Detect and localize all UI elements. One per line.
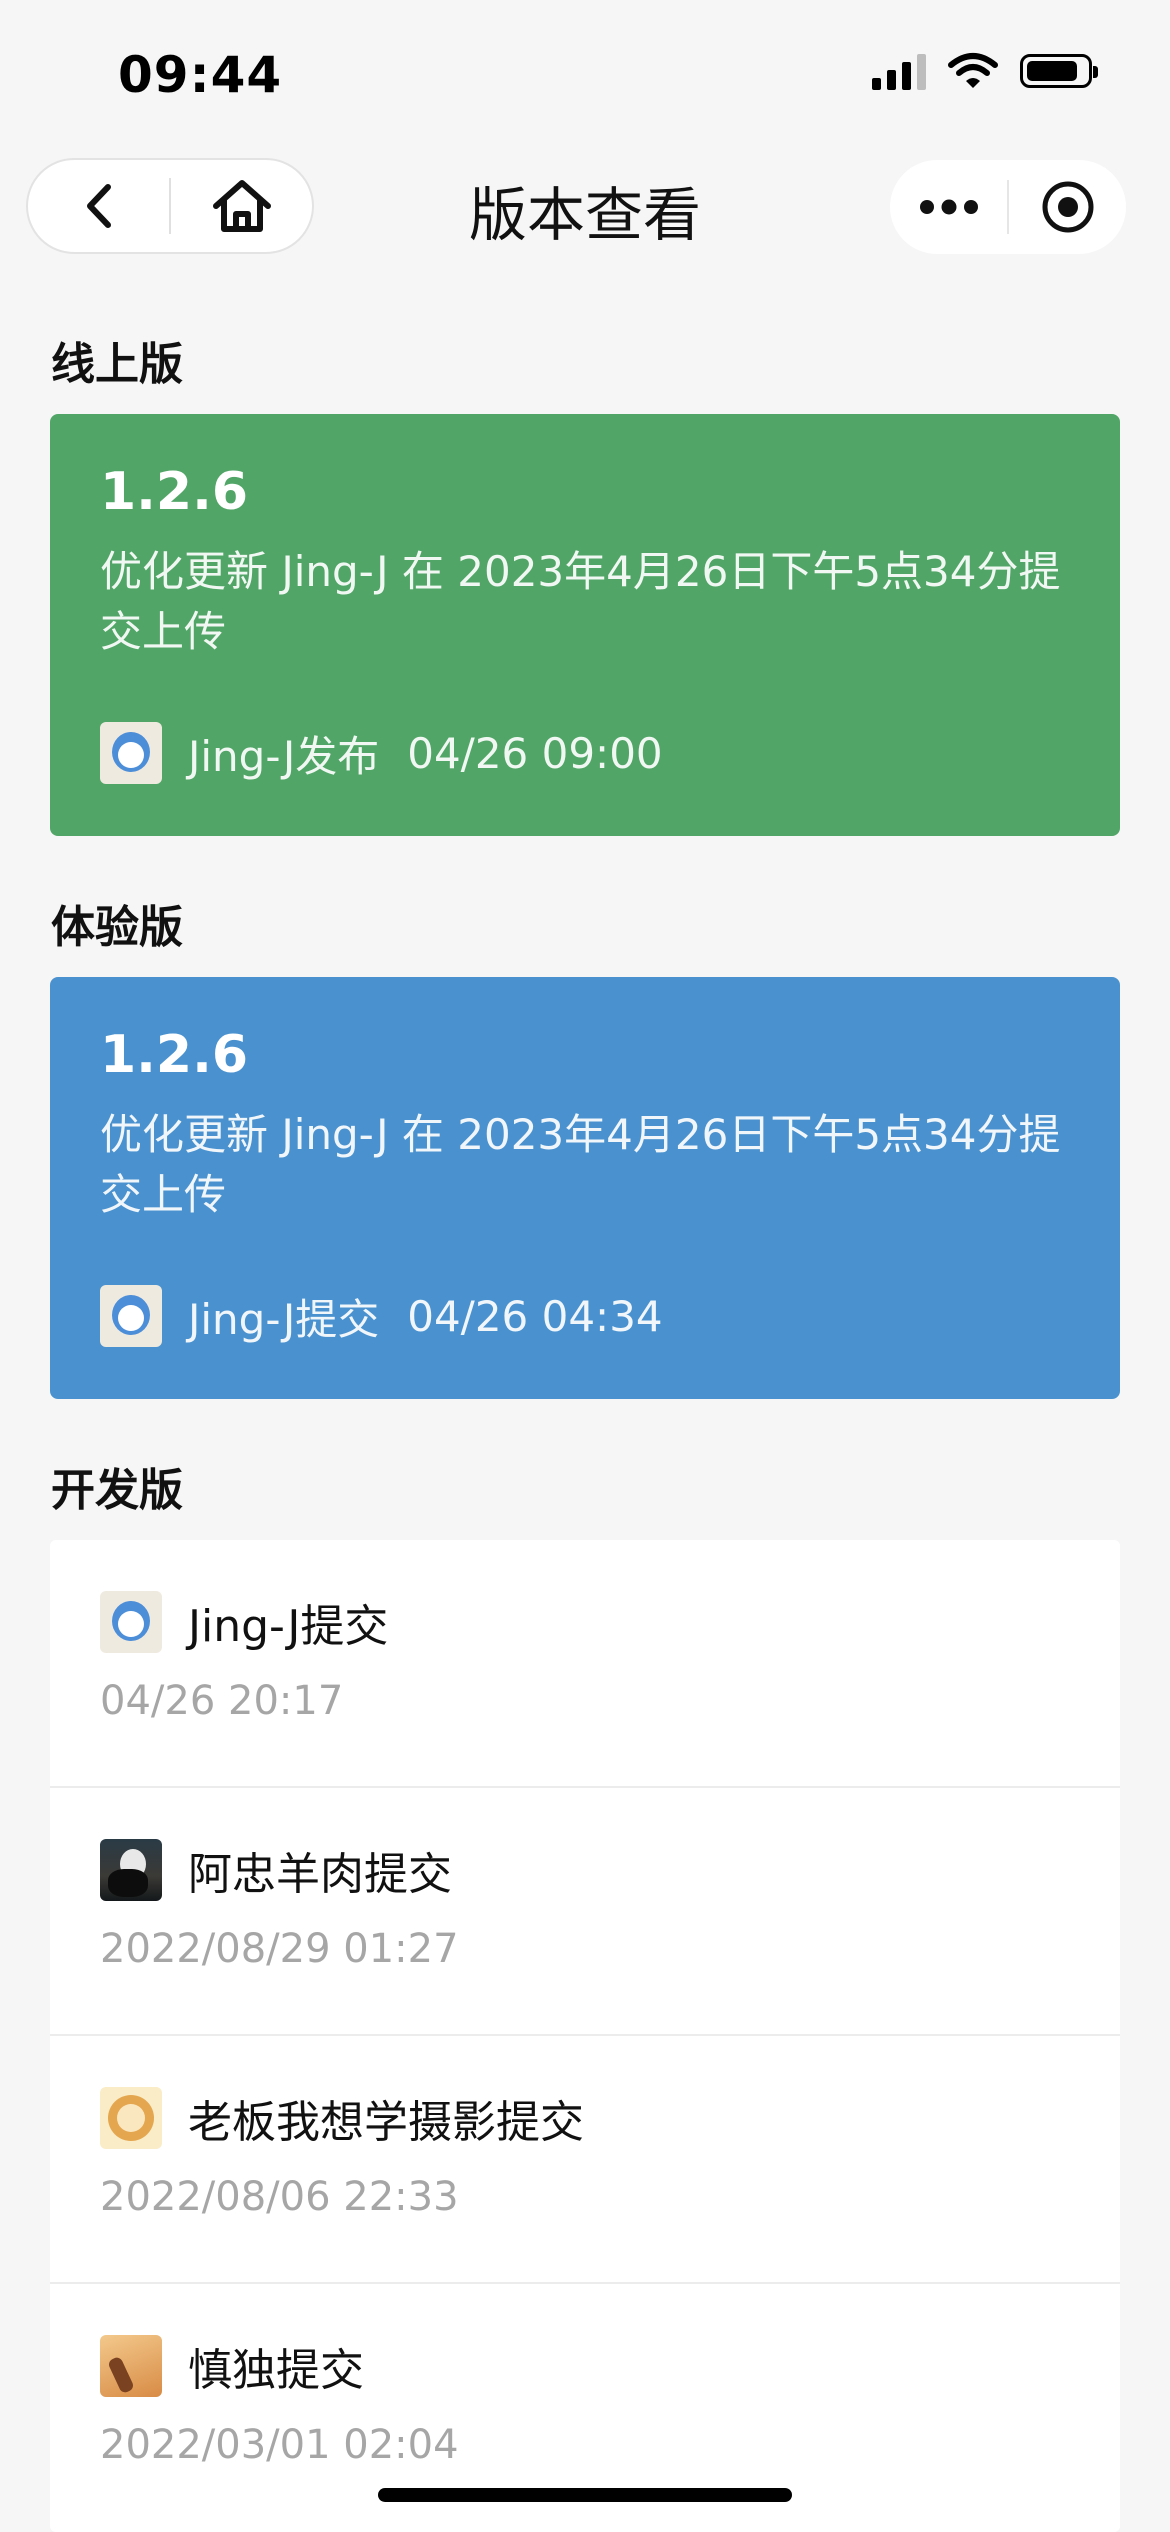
cellular-signal-icon	[872, 52, 926, 90]
version-description: 优化更新 Jing-J 在 2023年4月26日下午5点34分提交上传	[100, 547, 1061, 656]
dev-author: 老板我想学摄影提交	[188, 2097, 584, 2148]
avatar	[100, 2087, 162, 2149]
wifi-icon	[948, 53, 998, 88]
close-target-icon	[1042, 181, 1093, 233]
battery-icon	[1020, 54, 1098, 88]
version-number: 1.2.6	[100, 462, 249, 522]
version-meta: Jing-J发布 04/26 09:00	[100, 722, 663, 784]
version-time: 04/26 04:34	[407, 1291, 663, 1341]
status-bar: 09:44	[0, 0, 1170, 150]
trial-section-title: 体验版	[51, 902, 183, 953]
trial-version-card[interactable]: 1.2.6 优化更新 Jing-J 在 2023年4月26日下午5点34分提交上…	[50, 977, 1120, 1399]
avatar	[100, 2335, 162, 2397]
version-meta: Jing-J提交 04/26 04:34	[100, 1285, 663, 1347]
online-section-title: 线上版	[51, 339, 183, 390]
dev-date: 2022/08/29 01:27	[100, 1926, 459, 1972]
dev-date: 2022/08/06 22:33	[100, 2174, 459, 2220]
avatar	[100, 1839, 162, 1901]
more-button[interactable]	[890, 160, 1007, 254]
dev-section-title: 开发版	[51, 1465, 183, 1516]
status-icons	[872, 52, 1098, 90]
online-version-card[interactable]: 1.2.6 优化更新 Jing-J 在 2023年4月26日下午5点34分提交上…	[50, 414, 1120, 836]
nav-capsule-right	[890, 160, 1126, 254]
version-description: 优化更新 Jing-J 在 2023年4月26日下午5点34分提交上传	[100, 1110, 1061, 1219]
home-indicator	[378, 2488, 792, 2502]
dev-author: 慎独提交	[188, 2345, 364, 2396]
version-number: 1.2.6	[100, 1025, 249, 1085]
version-time: 04/26 09:00	[407, 728, 663, 778]
dev-author: Jing-J提交	[188, 1601, 389, 1652]
dev-date: 04/26 20:17	[100, 1678, 344, 1724]
nav-bar: 版本查看	[0, 150, 1170, 270]
version-author: Jing-J发布	[188, 731, 380, 781]
more-dots-icon	[919, 199, 978, 215]
avatar	[100, 1591, 162, 1653]
close-button[interactable]	[1009, 160, 1126, 254]
dev-author: 阿忠羊肉提交	[188, 1849, 452, 1900]
dev-version-list: Jing-J提交 04/26 20:17 阿忠羊肉提交 2022/08/29 0…	[50, 1540, 1120, 2532]
avatar	[100, 722, 162, 784]
list-item[interactable]: 老板我想学摄影提交 2022/08/06 22:33	[50, 2036, 1120, 2284]
list-item[interactable]: 阿忠羊肉提交 2022/08/29 01:27	[50, 1788, 1120, 2036]
avatar	[100, 1285, 162, 1347]
version-author: Jing-J提交	[188, 1294, 380, 1344]
status-time: 09:44	[118, 46, 283, 104]
list-item[interactable]: Jing-J提交 04/26 20:17	[50, 1540, 1120, 1788]
dev-date: 2022/03/01 02:04	[100, 2422, 459, 2468]
